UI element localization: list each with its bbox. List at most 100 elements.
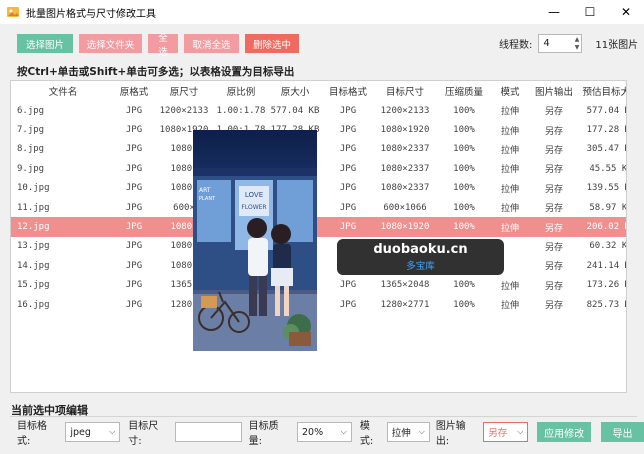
table-cell: 241.14 KB <box>586 260 626 271</box>
table-cell: 60.32 KB <box>589 241 627 252</box>
table-cell: 8.jpg <box>17 144 45 155</box>
table-cell: 另存 <box>544 184 563 195</box>
sign-plant-text: PLANT <box>199 196 216 202</box>
col-mode[interactable]: 模式 <box>491 81 529 101</box>
output-label: 图片输出: <box>435 421 466 447</box>
table-cell: 177.28 KB <box>586 125 626 136</box>
table-cell: 12.jpg <box>11 217 115 237</box>
table-cell: JPG <box>125 144 143 155</box>
target-format-label: 目标格式: <box>17 421 47 447</box>
table-cell: 拉伸 <box>500 107 519 118</box>
col-orig-ratio[interactable]: 原比例 <box>215 81 267 101</box>
table-cell: 另存 <box>544 107 563 118</box>
table-cell: 另存 <box>544 242 563 253</box>
target-format-value: jpeg <box>70 426 91 438</box>
close-button[interactable]: ✕ <box>608 0 644 24</box>
table-row[interactable]: 15.jpg JPG 1365× JPG 1365×2048 100% 拉伸 另存 173.26… <box>11 276 626 295</box>
table-cell: 1280×2771 <box>380 299 430 310</box>
table-cell: 13.jpg <box>17 241 50 252</box>
table-cell: 100% <box>437 217 491 237</box>
chevron-down-icon: ⌵ <box>517 427 524 436</box>
table-row[interactable]: 8.jpg JPG 1080× JPG 1080×2337 100% 拉伸 另存 305.47 … <box>11 140 626 159</box>
table-cell: JPG <box>125 105 143 116</box>
mode-value: 拉伸 <box>391 428 411 439</box>
table-cell: 16.jpg <box>17 299 50 310</box>
table-cell: 100% <box>453 163 475 174</box>
select-all-button[interactable]: 全选 <box>148 33 178 58</box>
table-cell: JPG <box>339 183 357 194</box>
col-target-size[interactable]: 目标尺寸 <box>373 81 437 101</box>
table-cell: 拉伸 <box>500 165 519 176</box>
table-cell: 1.00:1.78 <box>216 105 266 116</box>
chevron-down-icon: ⌵ <box>340 427 347 436</box>
table-cell: 1080×1920 <box>373 217 437 237</box>
target-size-input[interactable] <box>174 422 242 442</box>
table-row[interactable]: 7.jpgJPG1080×19201.00:1.78177.28 KBJPG10… <box>11 120 626 139</box>
export-button[interactable]: 导出 <box>601 422 644 442</box>
toolbar: 选择图片 选择文件夹 全选 取消全选 删除选中 <box>17 33 299 58</box>
table-cell: 另存 <box>529 217 579 237</box>
sign-love-text: LOVE <box>245 191 263 199</box>
table-cell: 拉伸 <box>491 217 529 237</box>
table-cell: 58.97 KB <box>589 202 627 213</box>
col-est-size[interactable]: 预估目标大小 <box>579 81 626 101</box>
table-row[interactable]: 11.jpgJPG600×JPG600×1066100%拉伸另存58.97 KB <box>11 198 627 217</box>
target-format-select[interactable]: jpeg ⌵ <box>65 422 121 442</box>
sign-flower-text: FLOWER <box>241 204 266 211</box>
sign-art-text: ART <box>199 187 211 194</box>
table-cell: 1200×2133 <box>380 105 430 116</box>
select-folder-button[interactable]: 选择文件夹 <box>79 34 142 53</box>
target-quality-label: 目标质量: <box>248 421 279 447</box>
title-bar: 批量图片格式与尺寸修改工具 — ☐ ✕ <box>0 0 644 24</box>
table-cell: JPG <box>125 183 143 194</box>
select-images-button[interactable]: 选择图片 <box>17 34 73 53</box>
table-cell: 拉伸 <box>500 145 519 156</box>
col-target-format[interactable]: 目标格式 <box>323 81 373 101</box>
table-cell: 另存 <box>544 126 563 137</box>
watermark-domain: duobaoku.cn <box>373 242 468 257</box>
target-quality-value: 20% <box>301 426 324 438</box>
table-row[interactable]: 16.jpg JPG 1280× JPG 1280×2771 100% 拉伸 另存 825.73… <box>11 295 626 314</box>
target-quality-select[interactable]: 20% ⌵ <box>296 422 352 442</box>
table-cell: 825.73 KB <box>586 299 626 310</box>
table-cell: 14.jpg <box>17 260 50 271</box>
target-size-label: 目标尺寸: <box>128 421 159 447</box>
col-output[interactable]: 图片输出 <box>529 81 579 101</box>
table-row[interactable]: 13.jpgJPG1080×另存60.32 KB <box>11 237 627 256</box>
deselect-all-button[interactable]: 取消全选 <box>184 34 239 53</box>
threads-spinbox[interactable]: 4 ▲ ▼ <box>538 34 583 53</box>
minimize-button[interactable]: — <box>536 0 572 24</box>
table-row[interactable]: 10.jpg JPG 1080× JPG 1080×2337 100% 拉伸 另存 139.55… <box>11 179 626 198</box>
table-cell: 9.jpg <box>17 163 45 174</box>
table-cell: JPG <box>339 144 357 155</box>
table-row[interactable]: 9.jpg JPG 1080× JPG 1080×2337 100% 拉伸 另存 45.55 K… <box>11 159 626 178</box>
table-cell: 1080×2337 <box>380 144 430 155</box>
table-cell: 100% <box>453 144 475 155</box>
mode-select[interactable]: 拉伸 ⌵ <box>386 422 430 442</box>
table-cell: JPG <box>115 217 153 237</box>
table-cell: JPG <box>323 217 373 237</box>
output-select[interactable]: 另存 ⌵ <box>483 422 529 442</box>
table-row[interactable]: 6.jpg JPG 1200×2133 1.00:1.78 577.04 KB JPG 12… <box>11 101 626 120</box>
apply-changes-button[interactable]: 应用修改 <box>537 422 591 442</box>
table-header: 文件名 原格式 原尺寸 原比例 原大小 目标格式 目标尺寸 压缩质量 模式 图片… <box>11 81 626 101</box>
col-quality[interactable]: 压缩质量 <box>437 81 491 101</box>
table-row[interactable]: 12.jpg JPG 1080× JPG 1080×1920 100% 拉伸 另存 206.02… <box>11 217 626 237</box>
table-cell: 拉伸 <box>500 281 519 292</box>
table-cell: 另存 <box>544 145 563 156</box>
table-row[interactable]: 14.jpgJPG1080×另存241.14 KB <box>11 256 626 275</box>
col-orig-size[interactable]: 原尺寸 <box>153 81 215 101</box>
table-cell: JPG <box>125 260 143 271</box>
col-orig-format[interactable]: 原格式 <box>115 81 153 101</box>
table-cell: 100% <box>453 105 475 116</box>
table-cell: JPG <box>339 125 357 136</box>
output-value: 另存 <box>488 428 508 439</box>
table-cell: 另存 <box>544 165 563 176</box>
col-filename[interactable]: 文件名 <box>11 81 115 101</box>
table-cell: 拉伸 <box>500 184 519 195</box>
maximize-button[interactable]: ☐ <box>572 0 608 24</box>
spin-arrows-icon[interactable]: ▲ ▼ <box>575 36 580 52</box>
table-cell: 100% <box>453 183 475 194</box>
delete-selected-button[interactable]: 删除选中 <box>245 34 299 53</box>
col-orig-bytes[interactable]: 原大小 <box>267 81 323 101</box>
